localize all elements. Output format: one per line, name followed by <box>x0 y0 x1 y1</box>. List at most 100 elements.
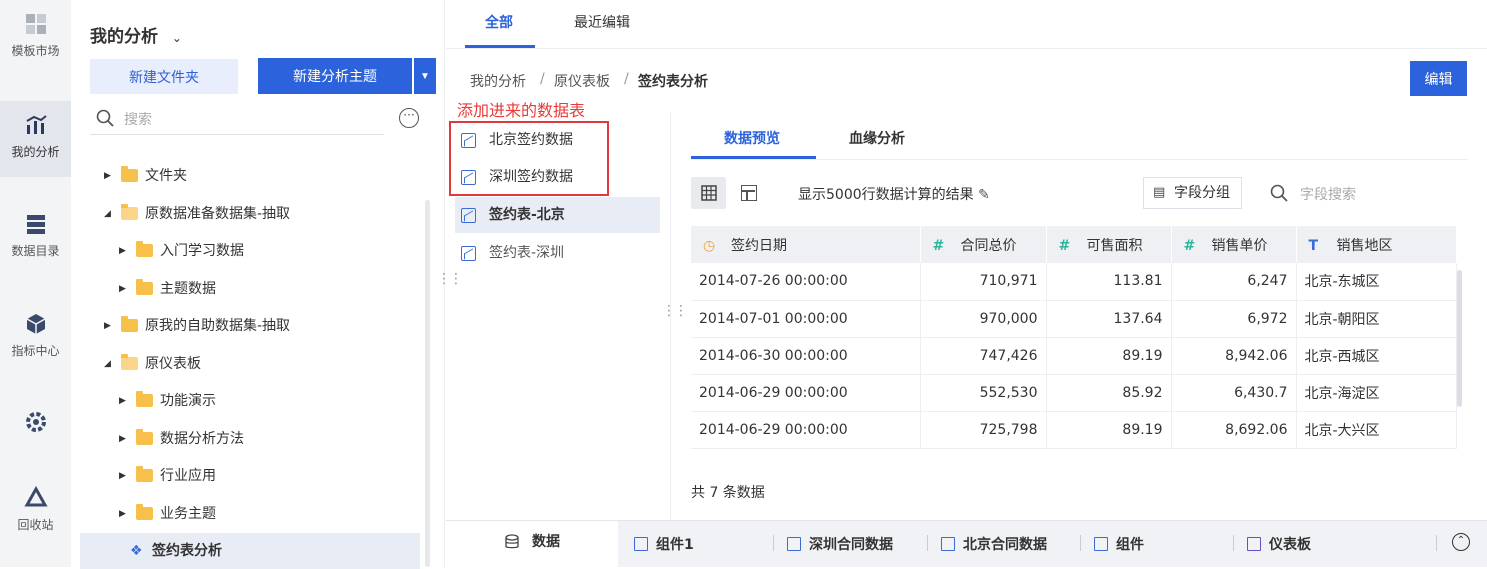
tree-item-label: 原仪表板 <box>145 356 201 372</box>
tree-scrollbar[interactable] <box>425 200 430 567</box>
tree-item-label: 原我的自助数据集-抽取 <box>145 318 291 334</box>
layout-view-button[interactable] <box>741 185 757 201</box>
new-folder-button[interactable]: 新建文件夹 <box>90 59 238 94</box>
grid-icon <box>25 14 46 34</box>
table-cell: 89.19 <box>1046 411 1172 449</box>
caret-right-icon: ▶ <box>119 284 126 294</box>
tree-item-business[interactable]: ▶ 业务主题 <box>71 496 421 532</box>
table-cell: 710,971 <box>920 263 1047 301</box>
breadcrumb-my-analysis[interactable]: 我的分析 <box>470 71 526 91</box>
column-header[interactable]: # 可售面积 <box>1046 226 1172 263</box>
table-cell: 85.92 <box>1046 374 1172 412</box>
table-cell: 552,530 <box>920 374 1047 412</box>
dataset-item-beijing-sign[interactable]: 北京签约数据 <box>455 122 660 158</box>
tree-item-feature-demo[interactable]: ▶ 功能演示 <box>71 383 421 419</box>
column-header[interactable]: T 销售地区 <box>1296 226 1457 263</box>
divider <box>1233 535 1234 551</box>
tab-lineage[interactable]: 血缘分析 <box>849 128 905 148</box>
dashboard-icon <box>1247 537 1261 551</box>
sample-info: 显示5000行数据计算的结果 ✎ <box>798 184 990 204</box>
tree-item-label: 入门学习数据 <box>160 243 244 259</box>
column-header[interactable]: # 合同总价 <box>920 226 1047 263</box>
rail-manage[interactable] <box>0 398 71 474</box>
tree-item-intro-data[interactable]: ▶ 入门学习数据 <box>71 233 421 269</box>
tree-item-analysis-method[interactable]: ▶ 数据分析方法 <box>71 421 421 457</box>
tab-label: 组件 <box>1116 537 1144 553</box>
drag-handle-icon[interactable]: ⋮⋮ <box>437 272 463 286</box>
tree-item-folder[interactable]: ▶ 文件夹 <box>71 158 421 194</box>
new-topic-button[interactable]: 新建分析主题 <box>258 58 412 94</box>
rail-metric-center[interactable]: 指标中心 <box>0 300 71 376</box>
recycle-icon <box>23 486 48 507</box>
tab-beijing-contract[interactable]: 北京合同数据 <box>941 534 1047 554</box>
column-header[interactable]: # 销售单价 <box>1171 226 1297 263</box>
folder-icon <box>136 241 153 257</box>
tab-component[interactable]: 组件 <box>1094 534 1144 554</box>
caret-down-icon: ▼ <box>420 70 430 82</box>
rail-recycle-bin[interactable]: 回收站 <box>0 474 71 550</box>
tree-title-text: 我的分析 <box>90 27 158 47</box>
tree-title[interactable]: 我的分析 ⌄ <box>90 22 182 47</box>
cube-icon <box>26 314 45 334</box>
table-cell: 北京-东城区 <box>1296 263 1457 301</box>
tree-item-label: 功能演示 <box>160 393 216 409</box>
chevron-up-icon[interactable]: ⌃ <box>1452 533 1470 551</box>
folder-icon <box>136 279 153 295</box>
table-cell: 6,247 <box>1171 263 1297 301</box>
bar-chart-icon <box>787 537 801 551</box>
table-cell: 8,692.06 <box>1171 411 1297 449</box>
column-header[interactable]: ◷ 签约日期 <box>691 226 921 263</box>
caret-right-icon: ▶ <box>119 509 126 519</box>
tree-item-dashboard[interactable]: ◢ 原仪表板 <box>71 346 421 382</box>
tree-item-self-dataset[interactable]: ▶ 原我的自助数据集-抽取 <box>71 308 421 344</box>
tree-item-industry[interactable]: ▶ 行业应用 <box>71 458 421 494</box>
rail-data-catalog[interactable]: 数据目录 <box>0 200 71 276</box>
breadcrumb-current: 签约表分析 <box>638 74 708 90</box>
tree-item-prep-dataset[interactable]: ◢ 原数据准备数据集-抽取 <box>71 196 421 232</box>
dataset-item-table-beijing[interactable]: 签约表-北京 <box>455 197 660 233</box>
table-row: 2014-06-29 00:00:00 552,530 85.92 6,430.7 北京… <box>691 374 1457 412</box>
edit-button[interactable]: 编辑 <box>1410 61 1467 96</box>
rail-template-market[interactable]: 模板市场 <box>0 0 71 76</box>
search-box[interactable]: 搜索 <box>90 100 384 135</box>
field-group-button[interactable]: ▤ 字段分组 <box>1143 177 1242 209</box>
tree-item-label: 主题数据 <box>160 281 216 297</box>
folder-open-icon <box>121 204 138 220</box>
tab-component1[interactable]: 组件1 <box>634 534 694 554</box>
tab-recent[interactable]: 最近编辑 <box>574 12 630 32</box>
tree-panel: 我的分析 ⌄ 新建文件夹 新建分析主题 ▼ 搜索 ··· ▶ 文件夹 ◢ 原数据准备… <box>71 0 445 569</box>
topic-diamond-icon: ❖ <box>130 543 143 559</box>
table-cell: 北京-朝阳区 <box>1296 300 1457 338</box>
field-search-input[interactable]: 字段搜索 <box>1268 184 1356 204</box>
tab-data-preview[interactable]: 数据预览 <box>724 128 780 148</box>
divider <box>691 159 1468 160</box>
bottom-tab-bar: 数据 组件1 深圳合同数据 北京合同数据 组件 仪表板 ⌃ <box>446 520 1487 568</box>
divider <box>1080 535 1081 551</box>
dataset-item-table-shenzhen[interactable]: 签约表-深圳 <box>455 235 660 271</box>
tab-data[interactable]: 数据 <box>446 521 618 568</box>
rail-label: 指标中心 <box>11 344 60 358</box>
table-cell: 2014-06-29 00:00:00 <box>691 411 921 449</box>
tab-shenzhen-contract[interactable]: 深圳合同数据 <box>787 534 893 554</box>
rail-my-analysis[interactable]: 我的分析 <box>0 101 71 177</box>
folder-icon <box>121 316 138 332</box>
search-input[interactable]: 搜索 <box>124 109 152 129</box>
dataset-icon <box>461 133 476 148</box>
more-icon[interactable]: ··· <box>399 108 419 128</box>
new-topic-dropdown-button[interactable]: ▼ <box>414 58 436 94</box>
dataset-item-shenzhen-sign[interactable]: 深圳签约数据 <box>455 159 660 195</box>
breadcrumb-sep: / <box>624 71 629 87</box>
tree-item-sign-analysis[interactable]: ❖ 签约表分析 <box>80 533 420 569</box>
table-scrollbar[interactable] <box>1457 270 1462 407</box>
folder-icon <box>136 466 153 482</box>
pencil-icon[interactable]: ✎ <box>978 187 990 203</box>
tab-dashboard[interactable]: 仪表板 <box>1247 534 1311 554</box>
tab-all[interactable]: 全部 <box>485 12 513 32</box>
drag-handle-icon[interactable]: ⋮⋮ <box>662 304 688 318</box>
breadcrumb-dashboard[interactable]: 原仪表板 <box>554 71 610 91</box>
grid-view-button[interactable] <box>691 177 726 209</box>
column-header-label: 销售地区 <box>1336 237 1393 254</box>
caret-right-icon: ▶ <box>119 246 126 256</box>
tree-item-topic-data[interactable]: ▶ 主题数据 <box>71 271 421 307</box>
database-icon <box>26 215 45 234</box>
